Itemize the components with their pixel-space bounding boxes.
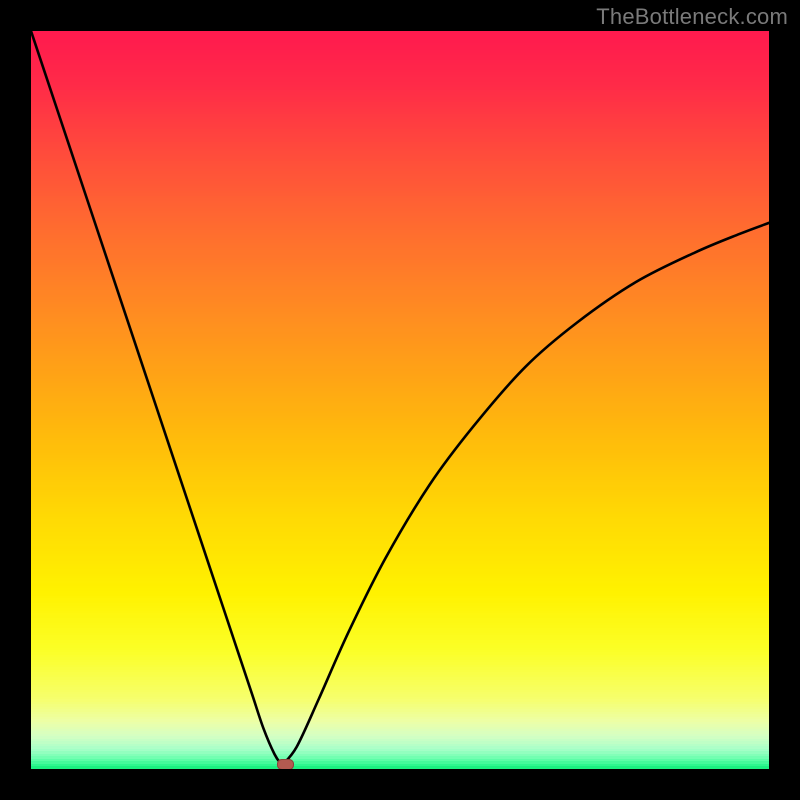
curve-left-branch (31, 31, 282, 765)
watermark-text: TheBottleneck.com (596, 4, 788, 30)
plot-area (31, 31, 769, 769)
chart-frame: TheBottleneck.com (0, 0, 800, 800)
bottleneck-curve (31, 31, 769, 769)
curve-right-branch (282, 223, 769, 765)
optimal-point-marker (277, 759, 295, 769)
